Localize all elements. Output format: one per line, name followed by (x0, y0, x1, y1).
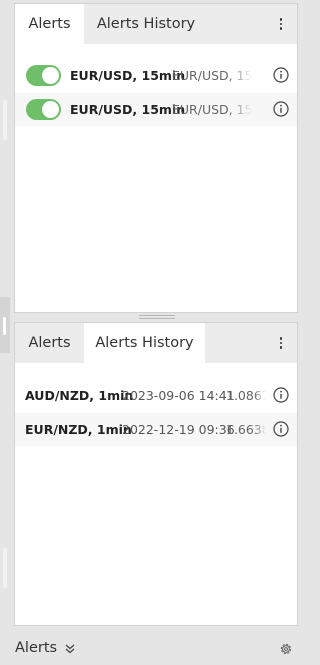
history-time: 2023-09-06 14:41 (122, 388, 235, 403)
tab-alerts[interactable]: Alerts (15, 4, 84, 44)
chevron-double-down-icon[interactable] (64, 644, 76, 654)
panel-resize-grip[interactable] (139, 315, 175, 320)
alerts-panel-bottom: Alerts Alerts History AUD/NZD, 1min 2023… (14, 322, 298, 626)
history-row[interactable]: EUR/NZD, 1min 2022-12-19 09:36 1.6638 (15, 413, 297, 446)
history-name: AUD/NZD, 1min (25, 388, 134, 403)
info-icon[interactable] (273, 101, 289, 117)
history-value: 1.6638 (226, 422, 266, 437)
info-icon[interactable] (273, 67, 289, 83)
info-icon[interactable] (273, 421, 289, 437)
tab-alerts[interactable]: Alerts (15, 323, 84, 363)
alert-name: EUR/USD, 15min (70, 68, 186, 83)
history-row[interactable]: AUD/NZD, 1min 2023-09-06 14:41 1.0867 (15, 379, 297, 412)
tab-alerts-history[interactable]: Alerts History (84, 323, 205, 363)
alert-row[interactable]: EUR/USD, 15min EUR/USD, 15 (15, 59, 297, 92)
handle-grip (3, 317, 6, 335)
history-value: 1.0867 (226, 388, 266, 403)
alert-toggle[interactable] (26, 65, 61, 86)
tab-bar: Alerts Alerts History (15, 323, 297, 363)
tab-bar: Alerts Alerts History (15, 4, 297, 44)
alert-detail: EUR/USD, 15 (172, 68, 252, 83)
history-name: EUR/NZD, 1min (25, 422, 132, 437)
alert-name: EUR/USD, 15min (70, 102, 186, 117)
alerts-footer-bar: Alerts (0, 632, 303, 665)
alerts-panel-top: Alerts Alerts History EUR/USD, 15min EUR… (14, 3, 298, 313)
alert-toggle[interactable] (26, 99, 61, 120)
gear-icon[interactable] (279, 642, 293, 656)
kebab-menu-icon[interactable] (271, 4, 291, 44)
history-time: 2022-12-19 09:36 (122, 422, 235, 437)
alert-row[interactable]: EUR/USD, 15min EUR/USD, 15 (15, 93, 297, 126)
tab-alerts-history[interactable]: Alerts History (84, 4, 208, 44)
footer-title[interactable]: Alerts (15, 632, 57, 665)
side-panel-collapse-handle[interactable] (0, 297, 10, 353)
kebab-menu-icon[interactable] (271, 323, 291, 363)
gutter-mark (3, 100, 7, 140)
info-icon[interactable] (273, 387, 289, 403)
gutter-mark (3, 548, 7, 588)
alert-detail: EUR/USD, 15 (172, 102, 252, 117)
